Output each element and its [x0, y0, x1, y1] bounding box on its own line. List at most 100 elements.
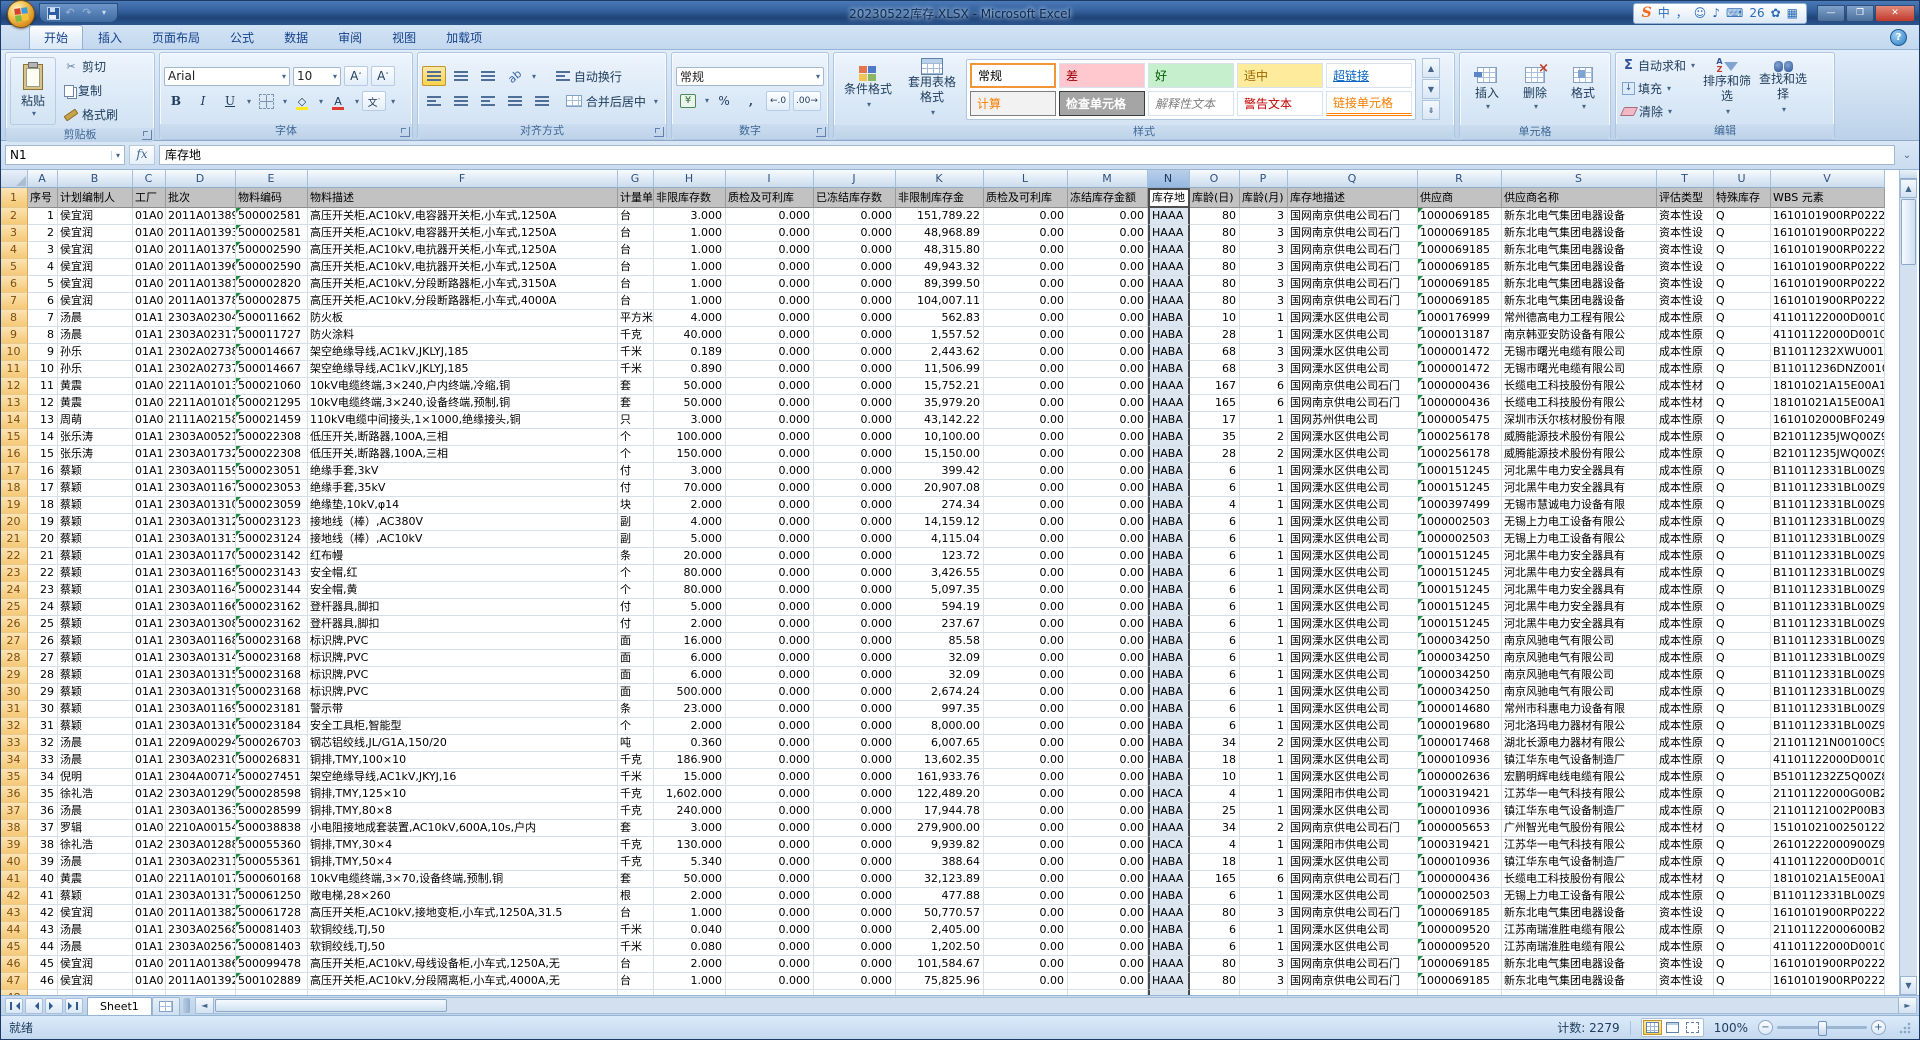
grid-cell[interactable]: 国网溧水区供电公司	[1288, 735, 1418, 752]
grid-cell[interactable]: 11,506.99	[896, 361, 984, 378]
grid-cell[interactable]: 标识牌,PVC	[308, 650, 618, 667]
skin-icon[interactable]: ✿	[1771, 6, 1781, 20]
align-top-button[interactable]	[422, 66, 446, 86]
grid-cell[interactable]: 4	[1190, 497, 1240, 514]
grid-cell[interactable]: 1000013187	[1418, 327, 1502, 344]
grid-cell[interactable]: B110112331BL00Z97	[1771, 565, 1885, 582]
grid-cell[interactable]: Q	[1714, 565, 1771, 582]
grid-cell[interactable]: 蔡颖	[58, 650, 133, 667]
grid-cell[interactable]: 40.000	[654, 327, 726, 344]
grid-cell[interactable]: 1000397499	[1418, 497, 1502, 514]
grid-cell[interactable]: 6	[1190, 531, 1240, 548]
grid-cell[interactable]: 1000002503	[1418, 514, 1502, 531]
grid-cell[interactable]: 成本性原	[1657, 548, 1714, 565]
grid-cell[interactable]: 1000151245	[1418, 582, 1502, 599]
grid-cell[interactable]: 0.00	[1068, 565, 1148, 582]
row-header-26[interactable]: 26	[1, 616, 28, 633]
grid-cell[interactable]: 0.000	[814, 480, 896, 497]
grid-cell[interactable]: 500002820	[236, 276, 308, 293]
grid-cell[interactable]: 0.00	[984, 344, 1068, 361]
grid-cell[interactable]: 0.00	[1068, 531, 1148, 548]
grid-cell[interactable]: 成本性原	[1657, 514, 1714, 531]
grid-cell[interactable]: 2.000	[654, 497, 726, 514]
grid-cell[interactable]: 成本性原	[1657, 463, 1714, 480]
grid-cell[interactable]: 国网溧水区供电公司	[1288, 446, 1418, 463]
grid-cell[interactable]: 122,489.20	[896, 786, 984, 803]
grid-cell[interactable]: HABA	[1148, 701, 1190, 718]
cell-style-常规[interactable]: 常规	[970, 63, 1056, 88]
grid-cell[interactable]: 千米	[618, 769, 654, 786]
grid-cell[interactable]: 237.67	[896, 616, 984, 633]
grid-cell[interactable]: 1	[1240, 412, 1288, 429]
grid-cell[interactable]: 国网南京供电公司石门	[1288, 242, 1418, 259]
grid-cell[interactable]: 01A2	[133, 837, 166, 854]
grid-cell[interactable]: 1000010936	[1418, 854, 1502, 871]
grid-cell[interactable]: 国网南京供电公司石门	[1288, 225, 1418, 242]
grid-cell[interactable]: 500002590	[236, 259, 308, 276]
comma-style-button[interactable]: ,	[739, 91, 763, 111]
grid-cell[interactable]: 个	[618, 718, 654, 735]
grid-cell[interactable]: 蔡颖	[58, 565, 133, 582]
grid-cell[interactable]: 01A1	[133, 463, 166, 480]
grid-cell[interactable]: 01A1	[133, 735, 166, 752]
grid-cell[interactable]: 台	[618, 956, 654, 973]
grid-cell[interactable]: 河北黑牛电力安全器具有	[1502, 599, 1657, 616]
align-middle-button[interactable]	[449, 66, 473, 86]
grid-cell[interactable]: 41101122000D00100	[1771, 752, 1885, 769]
grid-cell[interactable]: B110112331BL00Z97	[1771, 531, 1885, 548]
grid-cell[interactable]: 2	[28, 225, 58, 242]
grid-cell[interactable]: 0.000	[726, 378, 814, 395]
grid-cell[interactable]	[28, 990, 58, 995]
grid-cell[interactable]: 国网南京供电公司石门	[1288, 871, 1418, 888]
grid-cell[interactable]: 01A0	[133, 871, 166, 888]
grid-cell[interactable]: 1000017468	[1418, 735, 1502, 752]
phonetic-dropdown[interactable]: ▾	[391, 97, 395, 106]
grid-cell[interactable]: 33	[28, 752, 58, 769]
grid-cell[interactable]: 0.00	[984, 599, 1068, 616]
grid-cell[interactable]: 0.000	[726, 582, 814, 599]
grid-cell[interactable]: 0.00	[984, 667, 1068, 684]
grid-cell[interactable]: 0.000	[726, 752, 814, 769]
grid-cell[interactable]: 0.000	[814, 922, 896, 939]
grid-cell[interactable]: 0.00	[1068, 514, 1148, 531]
grid-cell[interactable]: 新东北电气集团电器设备	[1502, 973, 1657, 990]
grid-cell[interactable]: 2303A01170	[166, 548, 236, 565]
grid-cell[interactable]: 1610101900RP02221	[1771, 905, 1885, 922]
grid-cell[interactable]: 2	[1240, 735, 1288, 752]
next-sheet-button[interactable]	[45, 998, 63, 1014]
number-format-select[interactable]: 常规▾	[676, 67, 824, 86]
calendar-icon[interactable]: 26	[1749, 6, 1764, 20]
grid-cell[interactable]: 562.83	[896, 310, 984, 327]
grid-cell[interactable]: 0.000	[726, 310, 814, 327]
grid-cell[interactable]: 蔡颖	[58, 684, 133, 701]
grid-cell[interactable]: 0.000	[726, 684, 814, 701]
grid-cell[interactable]: 1	[1240, 803, 1288, 820]
italic-button[interactable]: I	[191, 91, 215, 111]
grid-cell[interactable]: 18	[28, 497, 58, 514]
scroll-right-icon[interactable]: ►	[1898, 998, 1916, 1013]
grid-cell[interactable]: Q	[1714, 378, 1771, 395]
grid-cell[interactable]: 成本性原	[1657, 888, 1714, 905]
grid-cell[interactable]: 国网南京供电公司石门	[1288, 259, 1418, 276]
grid-cell[interactable]: 2303A01310	[166, 497, 236, 514]
emoji-icon[interactable]: ☺	[1694, 6, 1707, 20]
grid-cell[interactable]: 23	[28, 582, 58, 599]
grid-cell[interactable]: 6	[1190, 463, 1240, 480]
grid-cell[interactable]: 冻结库存金额	[1068, 188, 1148, 208]
grid-cell[interactable]: 成本性原	[1657, 361, 1714, 378]
grid-cell[interactable]: Q	[1714, 650, 1771, 667]
grid-cell[interactable]: 0.000	[726, 599, 814, 616]
qat-customize-button[interactable]: ▾	[97, 7, 111, 19]
row-header-2[interactable]: 2	[1, 208, 28, 225]
grid-cell[interactable]: 01A1	[133, 718, 166, 735]
grid-cell[interactable]: 0.000	[814, 514, 896, 531]
grid-cell[interactable]: 0.00	[1068, 633, 1148, 650]
grid-cell[interactable]: 01A1	[133, 310, 166, 327]
grid-cell[interactable]: 登杆器具,脚扣	[308, 599, 618, 616]
grid-cell[interactable]: 9	[28, 344, 58, 361]
row-header-42[interactable]: 42	[1, 888, 28, 905]
grid-cell[interactable]: 22	[28, 565, 58, 582]
grid-cell[interactable]: 500023168	[236, 684, 308, 701]
grid-cell[interactable]: Q	[1714, 480, 1771, 497]
grid-cell[interactable]: 0.000	[726, 514, 814, 531]
